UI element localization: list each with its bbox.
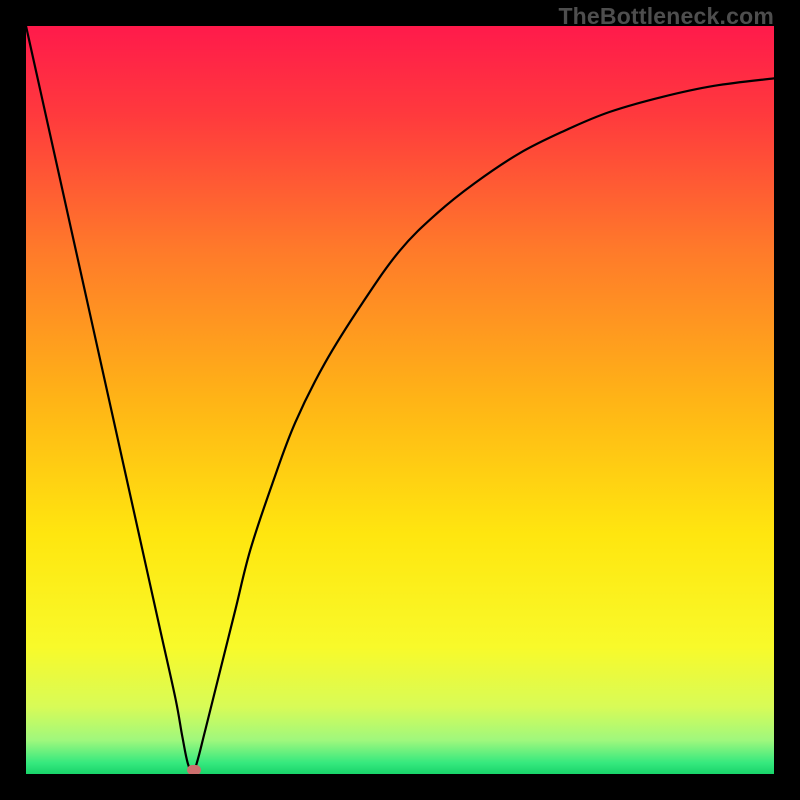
watermark-text: TheBottleneck.com (558, 3, 774, 30)
plot-area (26, 26, 774, 774)
bottleneck-curve (26, 26, 774, 774)
chart-frame: TheBottleneck.com (0, 0, 800, 800)
optimum-marker (187, 765, 201, 774)
